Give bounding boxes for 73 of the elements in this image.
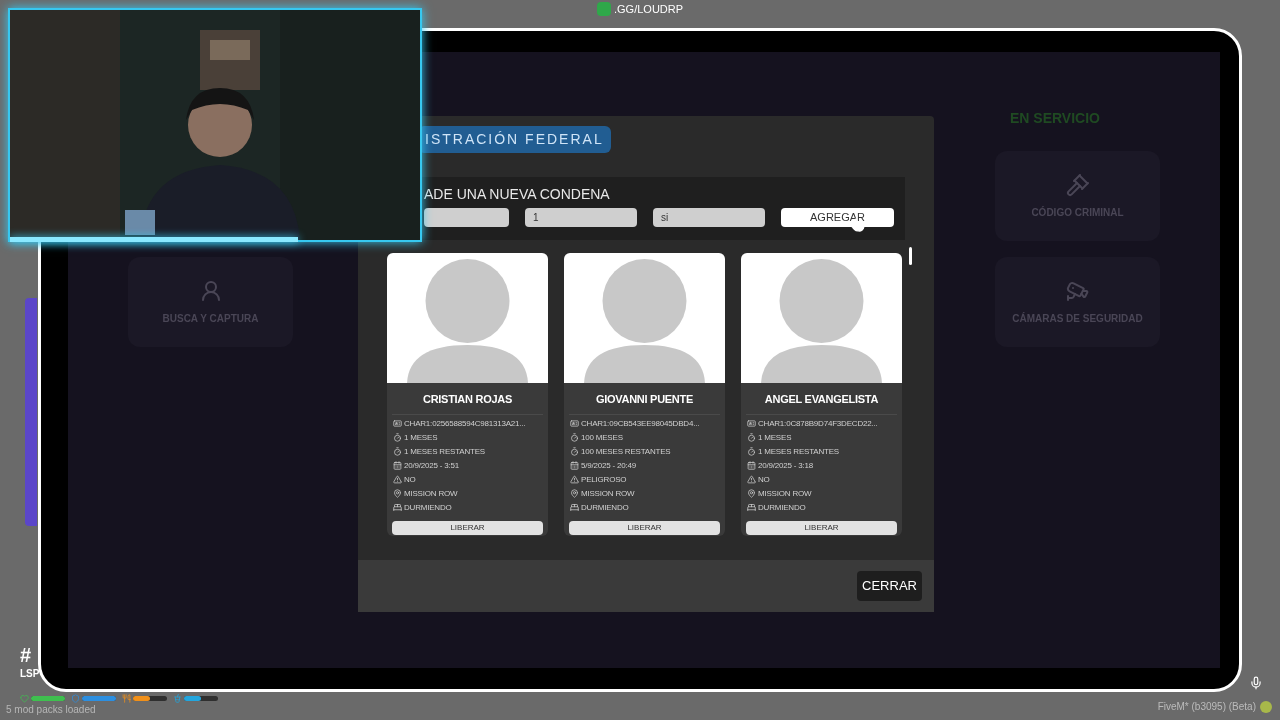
prisoner-info: CHAR1:0256588594C981313A21...: [404, 417, 526, 430]
stopwatch-icon: [747, 433, 756, 442]
warning-icon: [393, 475, 402, 484]
calendar-icon: [393, 461, 402, 470]
prisoner-info: MISSION ROW: [581, 487, 635, 500]
warning-icon: [570, 475, 579, 484]
hud-bar: [31, 696, 65, 701]
prisoner-info: 1 MESES RESTANTES: [404, 445, 485, 458]
map-pin-icon: [570, 489, 579, 498]
prisoner-name: CRISTIAN ROJAS: [392, 391, 543, 415]
input-field[interactable]: 1: [525, 208, 637, 227]
shield-icon: [71, 694, 80, 703]
prisoner-info: NO: [404, 473, 416, 486]
input-field[interactable]: [424, 208, 509, 227]
bed-icon: [747, 503, 756, 512]
release-button[interactable]: LIBERAR: [392, 520, 543, 535]
calendar-icon: [570, 461, 579, 470]
calendar-icon: [747, 461, 756, 470]
prisoner-name: ANGEL EVANGELISTA: [746, 391, 897, 415]
close-button[interactable]: CERRAR: [857, 571, 922, 601]
stopwatch-icon: [747, 447, 756, 456]
player-subtitle: LSP: [20, 669, 40, 679]
hud-bar: [82, 696, 116, 701]
bed-icon: [570, 503, 579, 512]
release-button[interactable]: LIBERAR: [746, 520, 897, 535]
prisoner-info: 1 MESES: [404, 431, 438, 444]
add-button[interactable]: AGREGAR: [781, 208, 894, 227]
heart-icon: [20, 694, 29, 703]
id-card-icon: [747, 419, 756, 428]
server-label: .GG/LOUDRP: [614, 2, 684, 17]
status-label: EN SERVICIO: [1010, 109, 1100, 128]
prisoner-info: MISSION ROW: [404, 487, 458, 500]
prisoner-info: 20/9/2025 - 3:51: [404, 459, 460, 472]
id-card-icon: [393, 419, 402, 428]
input-field[interactable]: si: [653, 208, 765, 227]
prisoner-info: 100 MESES RESTANTES: [581, 445, 671, 458]
hud-bar: [133, 696, 167, 701]
bed-icon: [393, 503, 402, 512]
logo-icon: [597, 2, 611, 17]
prisoner-info: NO: [758, 473, 770, 486]
version-text: FiveM* (b3095) (Beta): [1157, 700, 1256, 714]
prisoner-name: GIOVANNI PUENTE: [569, 391, 720, 415]
status-icon: [1260, 700, 1272, 713]
scrollbar[interactable]: [909, 247, 912, 265]
prisoner-info: 5/9/2025 - 20:49: [581, 459, 637, 472]
prisoner-info: 20/9/2025 - 3:18: [758, 459, 814, 472]
prisoner-info: PELIGROSO: [581, 473, 627, 486]
player-tag: #: [20, 645, 40, 665]
prisoner-info: DURMIENDO: [581, 501, 629, 514]
prisoner-info: MISSION ROW: [758, 487, 812, 500]
hud-bar: [184, 696, 218, 701]
stopwatch-icon: [393, 433, 402, 442]
map-pin-icon: [393, 489, 402, 498]
cup-icon: [173, 694, 182, 703]
stopwatch-icon: [570, 433, 579, 442]
prisoner-info: 100 MESES: [581, 431, 623, 444]
stopwatch-icon: [570, 447, 579, 456]
prisoner-info: 1 MESES RESTANTES: [758, 445, 839, 458]
stopwatch-icon: [393, 447, 402, 456]
microphone-icon: [1249, 676, 1263, 690]
fork-knife-icon: [122, 694, 131, 703]
warning-icon: [747, 475, 756, 484]
release-button[interactable]: LIBERAR: [569, 520, 720, 535]
section-title: ADE UNA NUEVA CONDENA: [424, 187, 611, 201]
prisoner-info: CHAR1:09CB543EE98045DBD4...: [581, 417, 700, 430]
id-card-icon: [570, 419, 579, 428]
gavel-icon: [1065, 172, 1090, 197]
map-pin-icon: [747, 489, 756, 498]
prisoner-info: 1 MESES: [758, 431, 792, 444]
prisoner-info: DURMIENDO: [404, 501, 452, 514]
prisoner-info: CHAR1:0C878B9D74F3DECD22...: [758, 417, 878, 430]
status-text: 5 mod packs loaded: [6, 705, 96, 715]
prisoner-info: DURMIENDO: [758, 501, 806, 514]
